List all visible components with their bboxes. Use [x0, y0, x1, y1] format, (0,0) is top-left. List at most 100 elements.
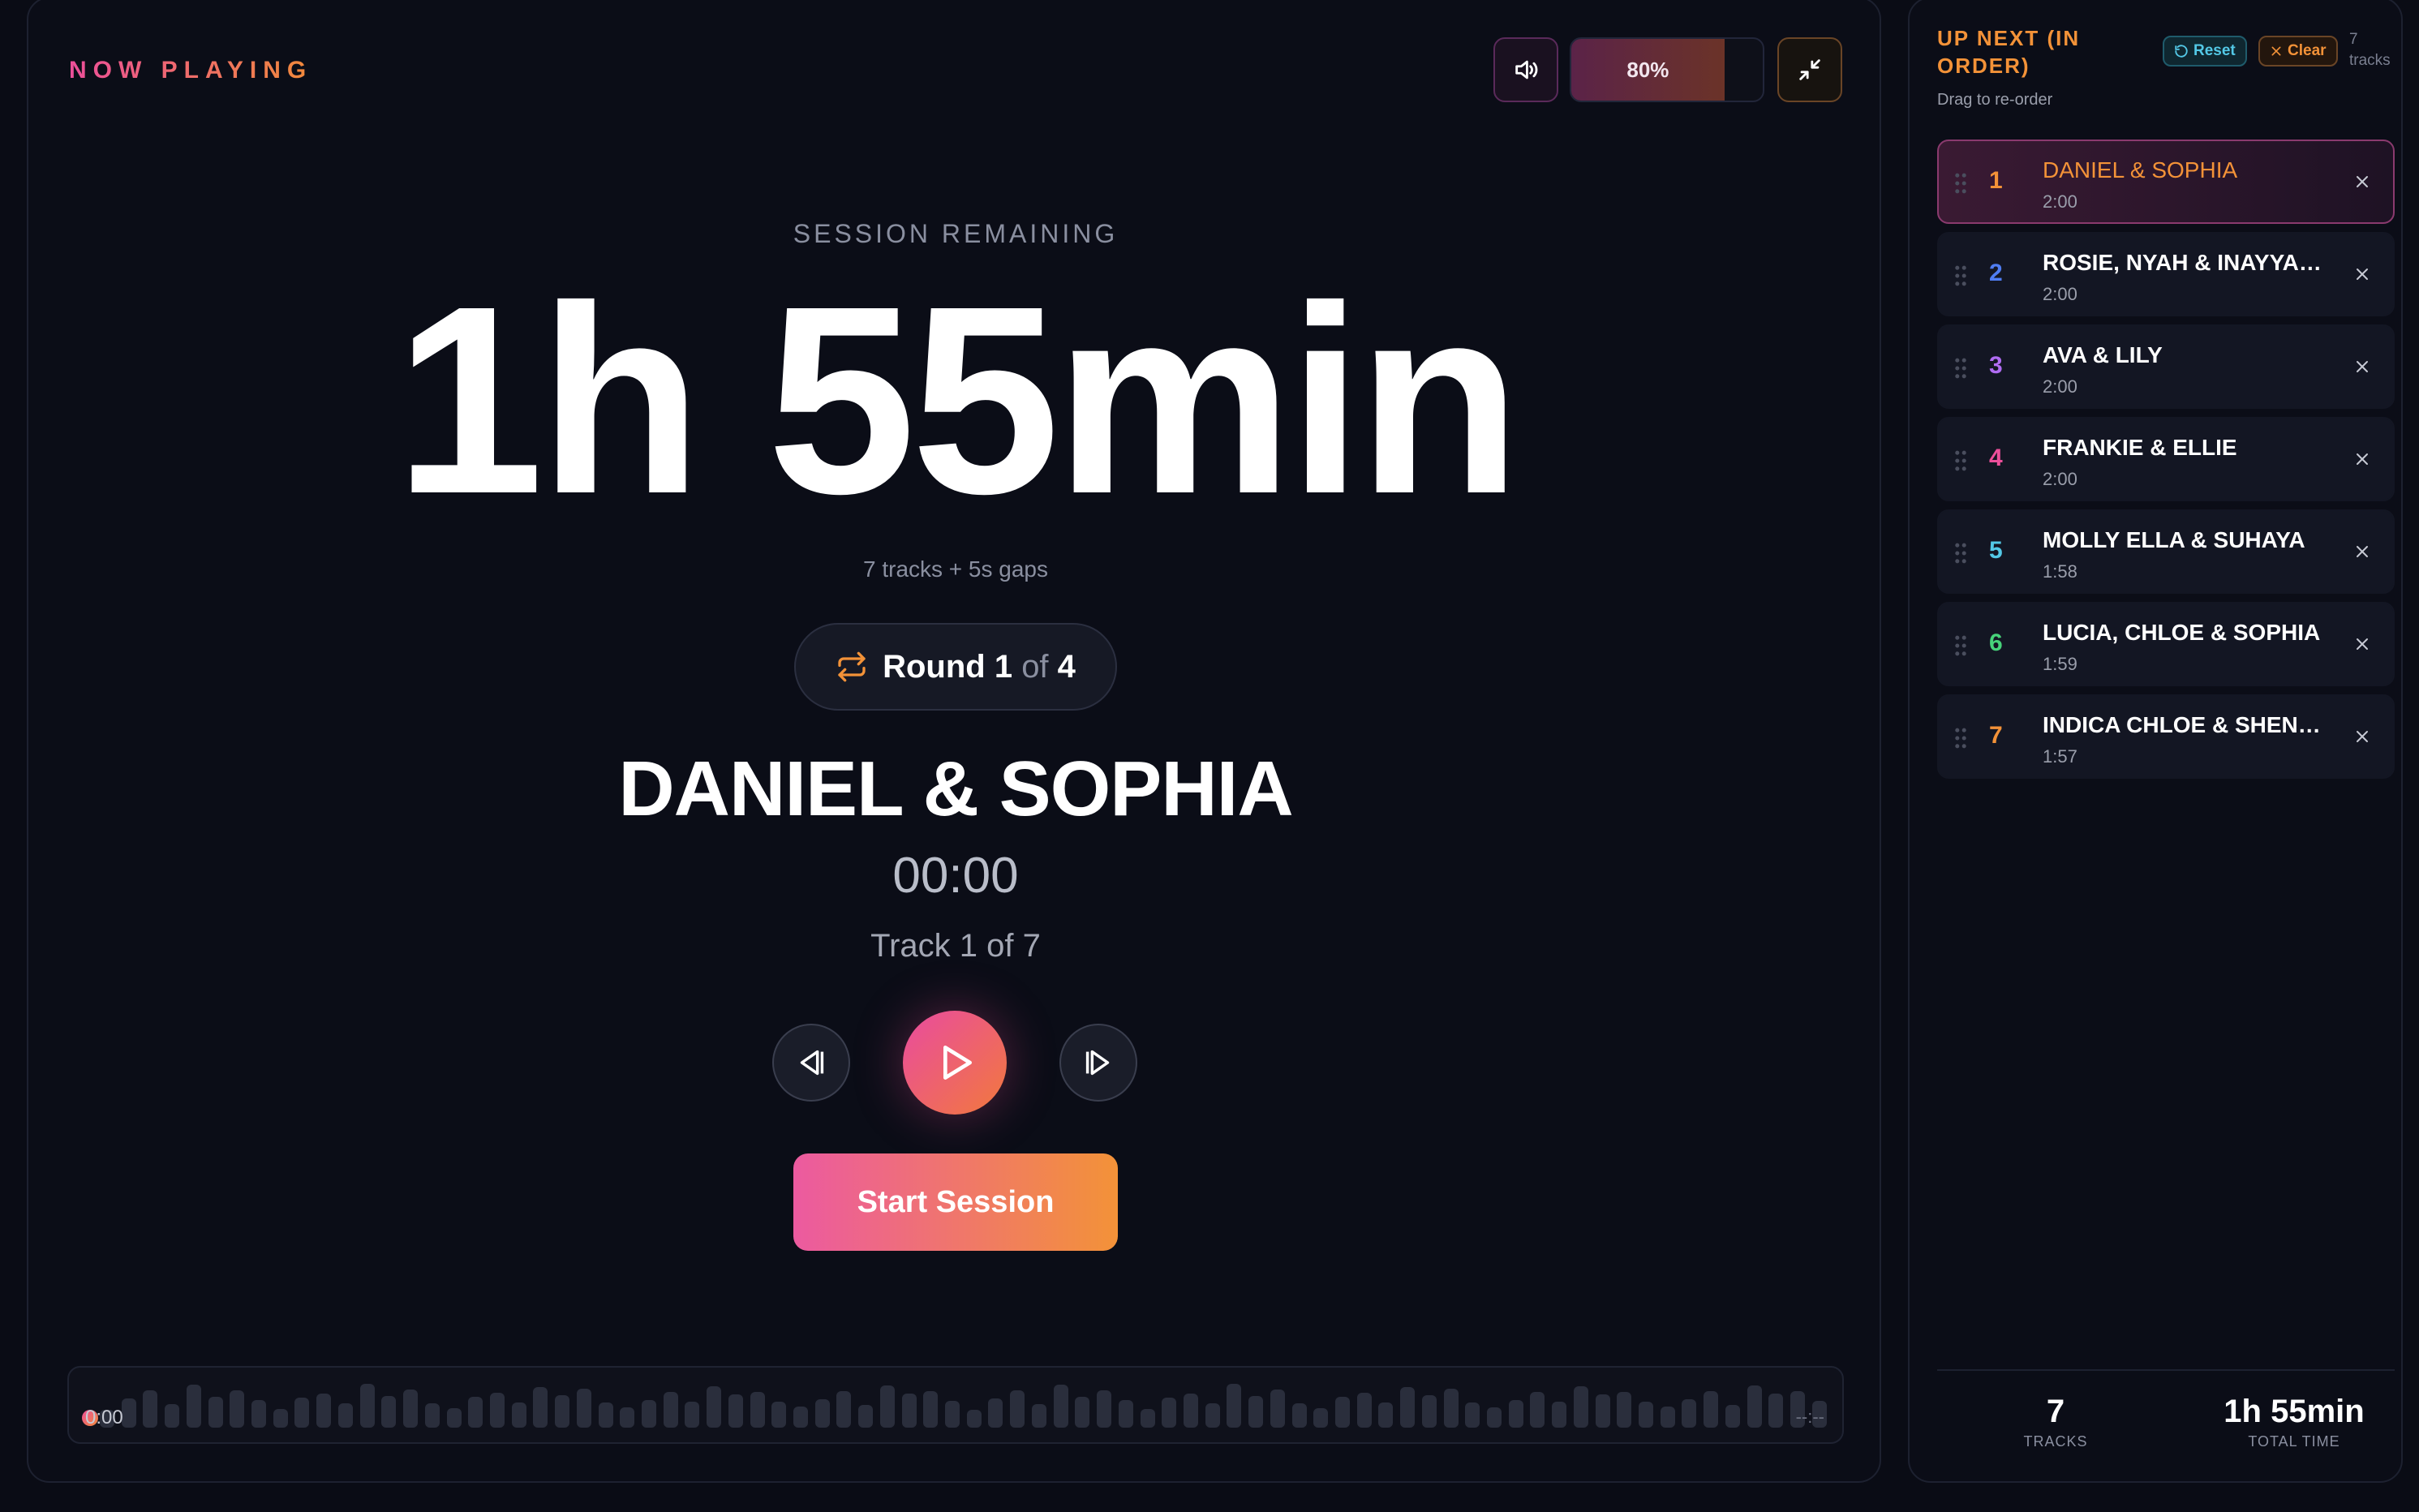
- queue-item[interactable]: 6 LUCIA, CHLOE & SOPHIA 1:59: [1937, 602, 2395, 686]
- minimize-icon: [1799, 59, 1820, 80]
- waveform-bar: [1313, 1408, 1329, 1428]
- queue-item-number: 6: [1989, 629, 2003, 656]
- start-session-button[interactable]: Start Session: [793, 1153, 1118, 1251]
- waveform-bar: [685, 1402, 700, 1428]
- waveform-bar: [316, 1394, 332, 1428]
- queue-item[interactable]: 4 FRANKIE & ELLIE 2:00: [1937, 417, 2395, 501]
- remove-icon[interactable]: [2352, 357, 2372, 376]
- remove-icon[interactable]: [2352, 264, 2372, 284]
- waveform-bar: [186, 1385, 201, 1428]
- tracks-value: 7: [2046, 1394, 2065, 1429]
- remove-icon[interactable]: [2352, 172, 2372, 191]
- remove-icon[interactable]: [2352, 727, 2372, 746]
- waveform-bar: [1747, 1385, 1762, 1428]
- queue-item[interactable]: 2 ROSIE, NYAH & INAYYAH ... 2:00: [1937, 232, 2395, 316]
- waveform-bar: [403, 1390, 419, 1428]
- waveform-bar: [1660, 1407, 1675, 1428]
- drag-handle-icon[interactable]: [1953, 357, 1968, 380]
- queue-item[interactable]: 7 INDICA CHLOE & SHENALI 1:57: [1937, 694, 2395, 779]
- waveform-bar: [1573, 1386, 1588, 1428]
- waveform-bar: [165, 1404, 180, 1428]
- round-total: 4: [1057, 648, 1076, 685]
- waveform-bar: [1487, 1407, 1502, 1428]
- waveform-bar: [208, 1397, 223, 1428]
- drag-handle-icon[interactable]: [1953, 634, 1968, 657]
- waveform-bar: [251, 1400, 267, 1428]
- queue-item-duration: 2:00: [2043, 191, 2077, 212]
- waveform-bar: [511, 1402, 526, 1428]
- clear-button[interactable]: Clear: [2258, 36, 2338, 67]
- next-track-button[interactable]: [1059, 1024, 1137, 1102]
- play-icon: [943, 1046, 972, 1080]
- waveform-bar: [1097, 1390, 1112, 1428]
- reset-label: Reset: [2193, 42, 2236, 59]
- round-current: 1: [994, 648, 1013, 685]
- remove-icon[interactable]: [2352, 449, 2372, 469]
- drag-handle-icon[interactable]: [1953, 264, 1968, 287]
- queue-item[interactable]: 3 AVA & LILY 2:00: [1937, 324, 2395, 409]
- waveform-bar: [663, 1392, 678, 1428]
- drag-hint: Drag to re-order: [1937, 91, 2053, 109]
- waveform-end-time: --:--: [1795, 1407, 1824, 1427]
- minimize-button[interactable]: [1777, 37, 1842, 102]
- waveform-bar: [814, 1399, 830, 1428]
- waveform-bar: [1443, 1389, 1459, 1428]
- speaker-icon: [1515, 60, 1538, 79]
- queue-item-name: INDICA CHLOE & SHENALI: [2043, 712, 2327, 737]
- waveform-bar: [728, 1394, 743, 1428]
- reset-button[interactable]: Reset: [2163, 36, 2247, 67]
- waveform-bar: [836, 1391, 852, 1428]
- waveform-bar: [858, 1405, 874, 1428]
- waveform-bar: [121, 1398, 136, 1428]
- track-position: Track 1 of 7: [870, 928, 1041, 964]
- waveform-scrubber[interactable]: 0:00 --:--: [67, 1366, 1844, 1444]
- remove-icon[interactable]: [2352, 542, 2372, 561]
- drag-handle-icon[interactable]: [1953, 542, 1968, 565]
- previous-track-button[interactable]: [772, 1024, 850, 1102]
- waveform-bar: [879, 1385, 895, 1428]
- volume-button[interactable]: [1493, 37, 1558, 102]
- queue-item-duration: 1:59: [2043, 654, 2077, 674]
- queue-item-name: DANIEL & SOPHIA: [2043, 157, 2238, 183]
- now-playing-label: NOW PLAYING: [69, 57, 313, 84]
- queue-track-count: 7 tracks: [2349, 31, 2391, 69]
- waveform-bar: [1118, 1400, 1133, 1428]
- waveform-bar: [1227, 1384, 1242, 1428]
- waveform-bar: [337, 1403, 353, 1428]
- volume-slider[interactable]: 80%: [1570, 37, 1764, 102]
- waveform-bar: [1552, 1402, 1567, 1428]
- waveform-bar: [771, 1402, 787, 1428]
- waveform-bar: [1465, 1402, 1480, 1428]
- waveform-bar: [1530, 1392, 1545, 1428]
- play-button[interactable]: [903, 1011, 1007, 1115]
- waveform-bar: [1183, 1394, 1198, 1428]
- remove-icon[interactable]: [2352, 634, 2372, 654]
- queue-footer: 7 TRACKS 1h 55min TOTAL TIME: [1937, 1369, 2395, 1450]
- queue-item-name: LUCIA, CHLOE & SOPHIA: [2043, 620, 2321, 645]
- waveform-bars: [100, 1379, 1828, 1428]
- queue-item[interactable]: 5 MOLLY ELLA & SUHAYA 1:58: [1937, 509, 2395, 594]
- queue-item-duration: 2:00: [2043, 284, 2077, 304]
- queue-item-number: 4: [1989, 445, 2003, 471]
- waveform-bar: [1508, 1400, 1523, 1428]
- queue-item[interactable]: 1 DANIEL & SOPHIA 2:00: [1937, 140, 2395, 224]
- drag-handle-icon[interactable]: [1953, 727, 1968, 750]
- total-time-stat: 1h 55min TOTAL TIME: [2189, 1394, 2400, 1450]
- reset-icon: [2175, 45, 2188, 58]
- drag-handle-icon[interactable]: [1953, 172, 1968, 195]
- waveform-bar: [988, 1398, 1003, 1428]
- drag-handle-icon[interactable]: [1953, 449, 1968, 472]
- close-icon: [2271, 46, 2281, 56]
- queue-item-number: 2: [1989, 260, 2003, 286]
- waveform-bar: [533, 1387, 548, 1428]
- waveform-bar: [1053, 1385, 1068, 1428]
- waveform-bar: [1010, 1390, 1025, 1428]
- waveform-bar: [1031, 1404, 1046, 1428]
- gaps-info: 7 tracks + 5s gaps: [862, 556, 1048, 582]
- waveform-bar: [555, 1395, 570, 1428]
- waveform-bar: [598, 1402, 613, 1428]
- waveform-bar: [901, 1394, 917, 1428]
- tracks-stat: 7 TRACKS: [1950, 1394, 2161, 1450]
- waveform-bar: [707, 1386, 722, 1428]
- round-indicator: Round 1 of 4: [794, 623, 1117, 711]
